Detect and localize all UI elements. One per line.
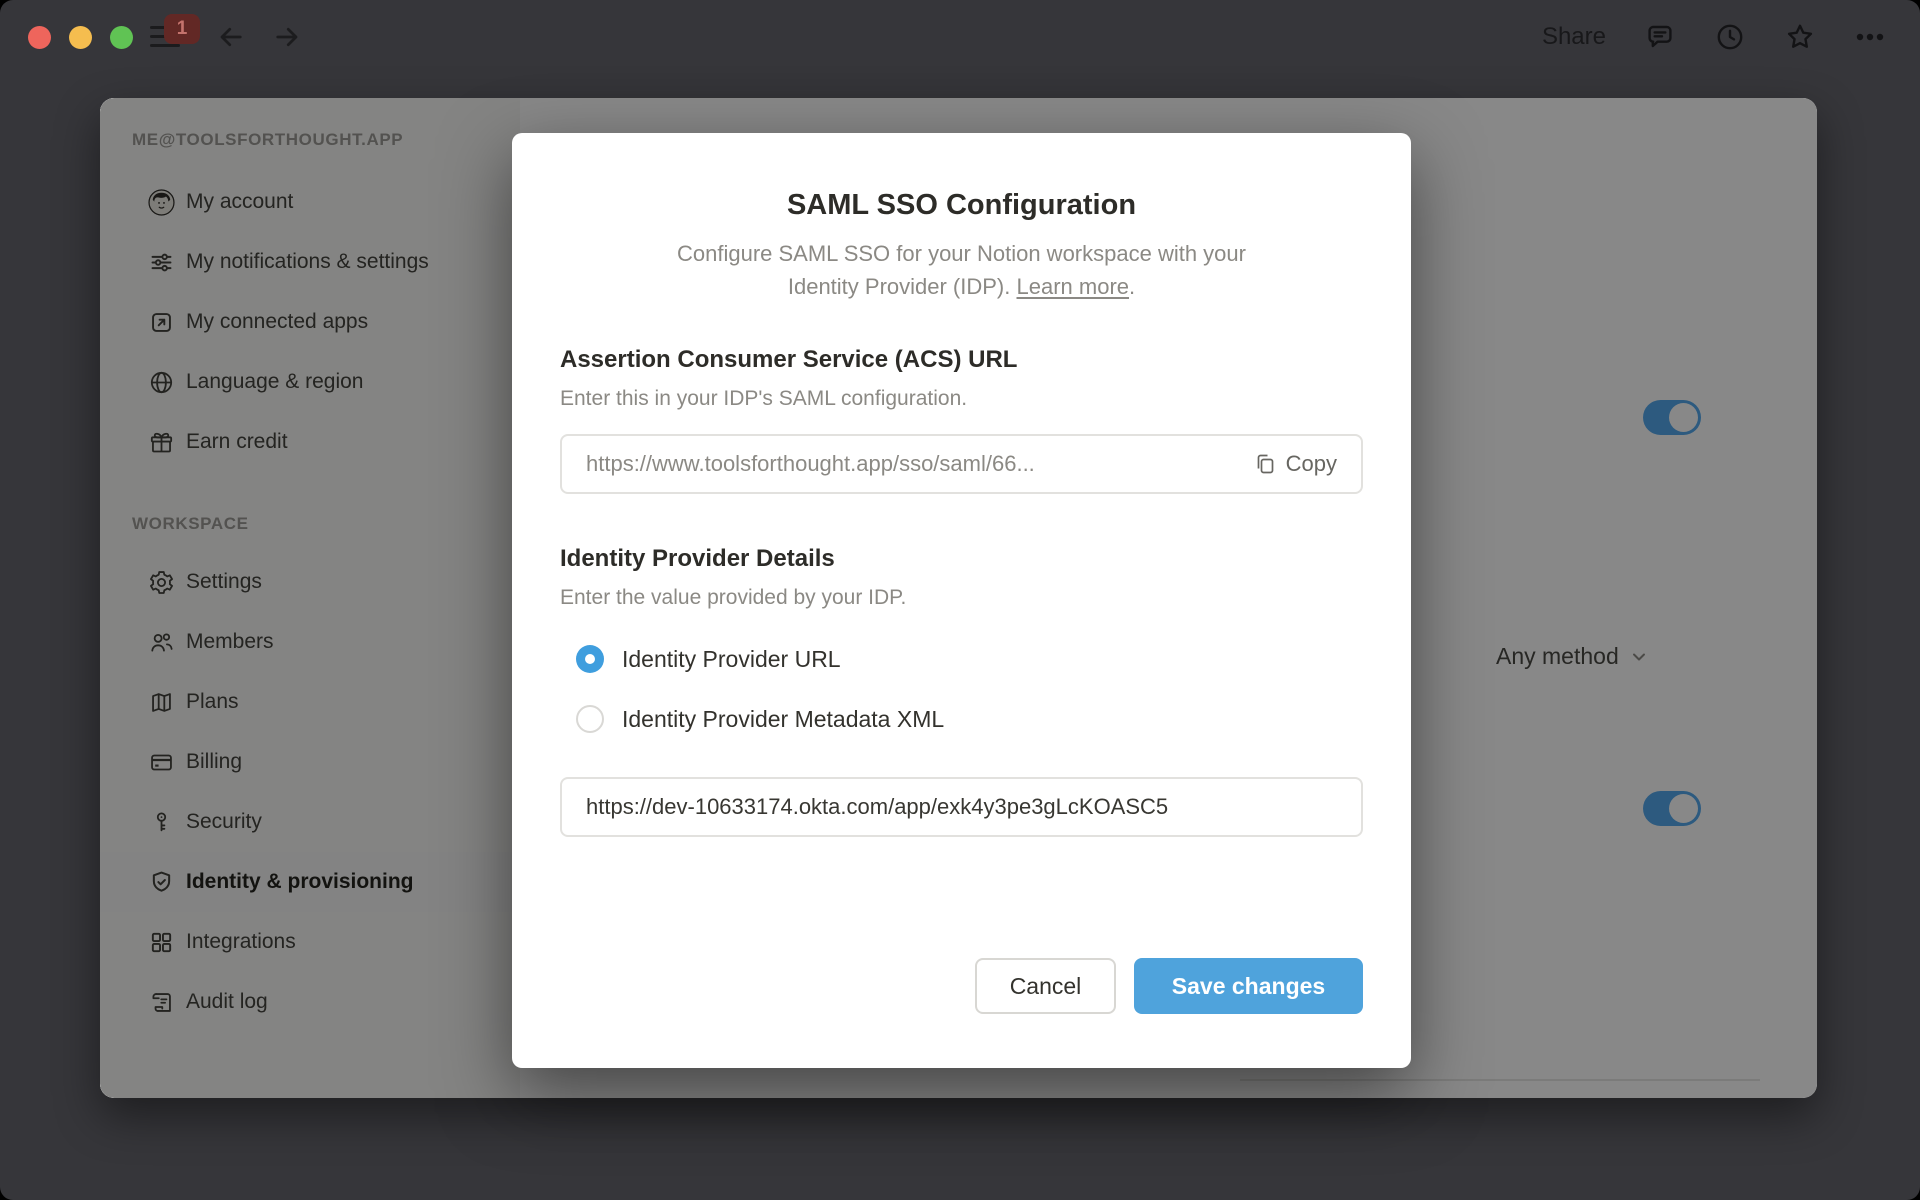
comments-icon[interactable] — [1644, 21, 1676, 53]
app-window: 1 Share ME@TOOLSFORTHOUGHT.APP My accoun… — [0, 0, 1920, 1200]
acs-url-subheading: Enter this in your IDP's SAML configurat… — [560, 387, 968, 410]
saml-sso-modal: SAML SSO Configuration Configure SAML SS… — [512, 133, 1411, 1068]
back-arrow-icon[interactable] — [216, 22, 246, 52]
idp-details-subheading: Enter the value provided by your IDP. — [560, 586, 907, 609]
minimize-window-button[interactable] — [69, 26, 92, 49]
zoom-window-button[interactable] — [110, 26, 133, 49]
copy-icon — [1257, 454, 1273, 474]
radio-identity-provider-url[interactable]: Identity Provider URL — [560, 637, 1363, 681]
more-options-icon[interactable] — [1854, 21, 1886, 53]
acs-url-field: https://www.toolsforthought.app/sso/saml… — [560, 434, 1363, 494]
copy-button-label: Copy — [1285, 451, 1337, 476]
acs-url-value: https://www.toolsforthought.app/sso/saml… — [586, 451, 1035, 476]
copy-button[interactable]: Copy — [1253, 451, 1337, 477]
traffic-lights — [28, 26, 133, 49]
titlebar: 1 Share — [0, 0, 1920, 98]
share-button[interactable]: Share — [1542, 23, 1606, 51]
forward-arrow-icon[interactable] — [272, 22, 302, 52]
acs-url-heading: Assertion Consumer Service (ACS) URL — [560, 346, 1018, 373]
radio-selected-icon[interactable] — [576, 645, 604, 673]
close-window-button[interactable] — [28, 26, 51, 49]
idp-url-input[interactable] — [586, 794, 1337, 820]
modal-title: SAML SSO Configuration — [786, 189, 1137, 221]
save-changes-button[interactable]: Save changes — [1134, 958, 1363, 1014]
favorite-star-icon[interactable] — [1784, 21, 1816, 53]
updates-clock-icon[interactable] — [1714, 21, 1746, 53]
cancel-button[interactable]: Cancel — [975, 958, 1116, 1014]
learn-more-link[interactable]: Learn more — [1017, 274, 1130, 299]
update-badge: 1 — [164, 14, 200, 44]
radio-unselected-icon[interactable] — [576, 705, 604, 733]
idp-details-heading: Identity Provider Details — [560, 545, 835, 572]
modal-description: Configure SAML SSO for your Notion works… — [677, 241, 1246, 299]
idp-url-input-wrap — [560, 777, 1363, 837]
sidebar-toggle-button[interactable]: 1 — [150, 14, 200, 60]
radio-identity-provider-metadata-xml[interactable]: Identity Provider Metadata XML — [560, 697, 1363, 741]
